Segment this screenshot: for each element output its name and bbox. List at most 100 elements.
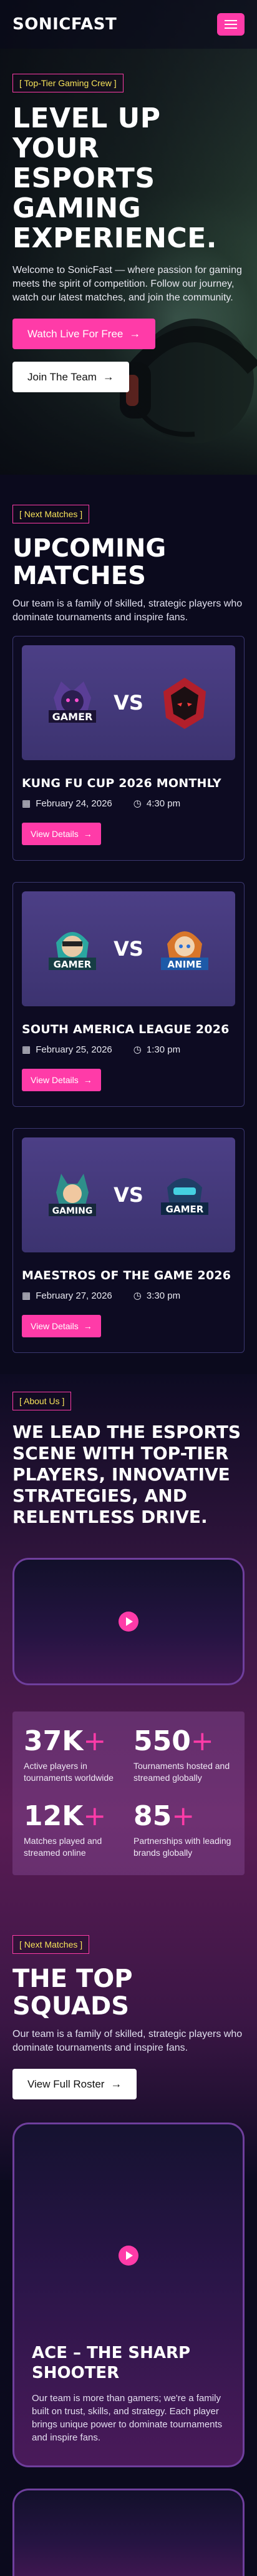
calendar-icon: ▦ (22, 798, 31, 809)
svg-text:GAMER: GAMER (52, 711, 93, 723)
play-icon[interactable] (119, 2246, 138, 2266)
vs-label: VS (114, 1183, 143, 1207)
match-date: ▦ February 25, 2026 (22, 1044, 112, 1056)
view-details-label: View Details (31, 1321, 79, 1331)
squads-tag: [ Next Matches ] (12, 1935, 90, 1954)
match-banner: GAMER VS ANIME (22, 891, 235, 1006)
squad-card-title: ACE – THE SHARP SHOOTER (32, 2344, 191, 2382)
view-details-button[interactable]: View Details → (22, 1069, 101, 1091)
about-title: WE LEAD THE ESPORTS SCENE WITH TOP-TIER … (12, 1422, 241, 1527)
site-logo[interactable]: SONICFAST (12, 15, 117, 34)
view-details-button[interactable]: View Details → (22, 823, 101, 845)
match-date: ▦ February 27, 2026 (22, 1290, 112, 1302)
hooded-team-logo (163, 678, 206, 729)
match-meta: ▦ February 27, 2026 ◷ 3:30 pm (22, 1290, 235, 1302)
match-name: KUNG FU CUP 2026 MONTHLY (22, 776, 221, 790)
hero-section: [ Top-Tier Gaming Crew ] LEVEL UP YOUR E… (0, 0, 257, 475)
match-time: ◷ 3:30 pm (133, 1290, 181, 1302)
view-details-button[interactable]: View Details → (22, 1315, 101, 1337)
arrow-right-icon: → (83, 829, 92, 839)
stat-label: Matches played and streamed online (24, 1836, 102, 1858)
vs-label: VS (114, 691, 143, 715)
match-name: SOUTH AMERICA LEAGUE 2026 (22, 1023, 230, 1036)
stats-panel: 37K+ Active players in tournaments world… (12, 1712, 245, 1875)
calendar-icon: ▦ (22, 1044, 31, 1055)
svg-text:GAMING: GAMING (52, 1206, 93, 1216)
join-team-button[interactable]: Join The Team → (12, 362, 129, 392)
match-meta: ▦ February 24, 2026 ◷ 4:30 pm (22, 798, 235, 810)
match-card: GAMER VS ANIME SOUTH AMERICA LEAGUE 2026… (12, 882, 245, 1107)
stat-value: 12K+ (24, 1800, 107, 1832)
match-name: MAESTROS OF THE GAME 2026 (22, 1269, 231, 1282)
vs-label: VS (114, 937, 143, 961)
arrow-right-icon: → (83, 1075, 92, 1085)
calendar-icon: ▦ (22, 1290, 31, 1301)
squad-card-text: Our team is more than gamers; we're a fa… (32, 2393, 223, 2443)
stat-item: 37K+ Active players in tournaments world… (24, 1726, 124, 1784)
squad-card[interactable] (12, 2489, 245, 2576)
clock-icon: ◷ (133, 1044, 142, 1055)
gaming-team-logo: GAMING (49, 1174, 97, 1216)
match-time-text: 4:30 pm (146, 798, 181, 809)
view-details-label: View Details (31, 829, 79, 839)
clock-icon: ◷ (133, 798, 142, 809)
roster-button-wrap: View Full Roster → (12, 2069, 245, 2099)
site-header: SONICFAST (0, 0, 257, 49)
arrow-right-icon: → (83, 1321, 92, 1331)
match-banner: GAMER VS (22, 645, 235, 760)
svg-text:ANIME: ANIME (167, 959, 201, 970)
stat-item: 550+ Tournaments hosted and streamed glo… (133, 1726, 233, 1784)
match-time-text: 1:30 pm (146, 1044, 181, 1055)
matches-section: [ Next Matches ] UPCOMING MATCHES Our te… (0, 505, 257, 625)
match-card: GAMING VS GAMER MAESTROS OF THE GAME 202… (12, 1128, 245, 1353)
match-time: ◷ 1:30 pm (133, 1044, 181, 1056)
about-video[interactable] (12, 1558, 245, 1685)
svg-text:GAMER: GAMER (54, 959, 92, 970)
matches-title: UPCOMING MATCHES (12, 534, 167, 590)
hero-secondary-wrap: Join The Team → (12, 362, 245, 392)
watch-live-button[interactable]: Watch Live For Free → (12, 319, 156, 349)
match-date: ▦ February 24, 2026 (22, 798, 112, 810)
match-time: ◷ 4:30 pm (133, 798, 181, 810)
hero-content: [ Top-Tier Gaming Crew ] LEVEL UP YOUR E… (12, 74, 245, 392)
stat-value: 37K+ (24, 1725, 107, 1757)
stat-item: 85+ Partnerships with leading brands glo… (133, 1801, 233, 1859)
match-meta: ▦ February 25, 2026 ◷ 1:30 pm (22, 1044, 235, 1056)
match-banner: GAMING VS GAMER (22, 1137, 235, 1252)
anime-team-logo: ANIME (160, 931, 208, 970)
matches-tag: [ Next Matches ] (12, 505, 90, 523)
play-icon[interactable] (119, 1612, 138, 1632)
gamer-team-logo: GAMER (49, 932, 97, 970)
match-time-text: 3:30 pm (146, 1290, 181, 1301)
match-date-text: February 25, 2026 (36, 1044, 112, 1055)
match-card: GAMER VS KUNG FU CUP 2026 MONTHLY ▦ Febru… (12, 636, 245, 861)
stat-label: Tournaments hosted and streamed globally (133, 1761, 230, 1783)
about-tag: [ About Us ] (12, 1392, 72, 1410)
arrow-right-icon: → (110, 2078, 122, 2090)
stat-label: Active players in tournaments worldwide (24, 1761, 114, 1783)
stat-item: 12K+ Matches played and streamed online (24, 1801, 124, 1859)
view-details-label: View Details (31, 1075, 79, 1085)
hero-primary-wrap: Watch Live For Free → (12, 319, 245, 349)
stat-value: 550+ (133, 1725, 214, 1757)
view-roster-button[interactable]: View Full Roster → (12, 2069, 137, 2099)
about-section: [ About Us ] WE LEAD THE ESPORTS SCENE W… (0, 1392, 257, 1528)
hero-description: Welcome to SonicFast — where passion for… (12, 265, 242, 303)
hero-title: LEVEL UP YOUR ESPORTS GAMING EXPERIENCE. (12, 102, 217, 254)
arrow-right-icon: → (102, 370, 114, 383)
gamer-team-logo: GAMER (49, 681, 97, 723)
gamer-team-logo: GAMER (160, 1178, 208, 1215)
hero-tag: [ Top-Tier Gaming Crew ] (12, 74, 124, 92)
arrow-right-icon: → (129, 327, 141, 340)
match-date-text: February 27, 2026 (36, 1290, 112, 1301)
view-roster-label: View Full Roster (27, 2078, 105, 2090)
squads-title: THE TOP SQUADS (12, 1964, 133, 2021)
hamburger-menu-icon[interactable] (217, 13, 245, 36)
stat-label: Partnerships with leading brands globall… (133, 1836, 231, 1858)
squad-card[interactable]: ACE – THE SHARP SHOOTER Our team is more… (12, 2123, 245, 2467)
matches-description: Our team is a family of skilled, strateg… (12, 598, 243, 623)
squads-description: Our team is a family of skilled, strateg… (12, 2029, 243, 2053)
squads-section: [ Next Matches ] THE TOP SQUADS Our team… (0, 1935, 257, 2099)
join-team-label: Join The Team (27, 370, 97, 383)
watch-live-label: Watch Live For Free (27, 327, 124, 340)
